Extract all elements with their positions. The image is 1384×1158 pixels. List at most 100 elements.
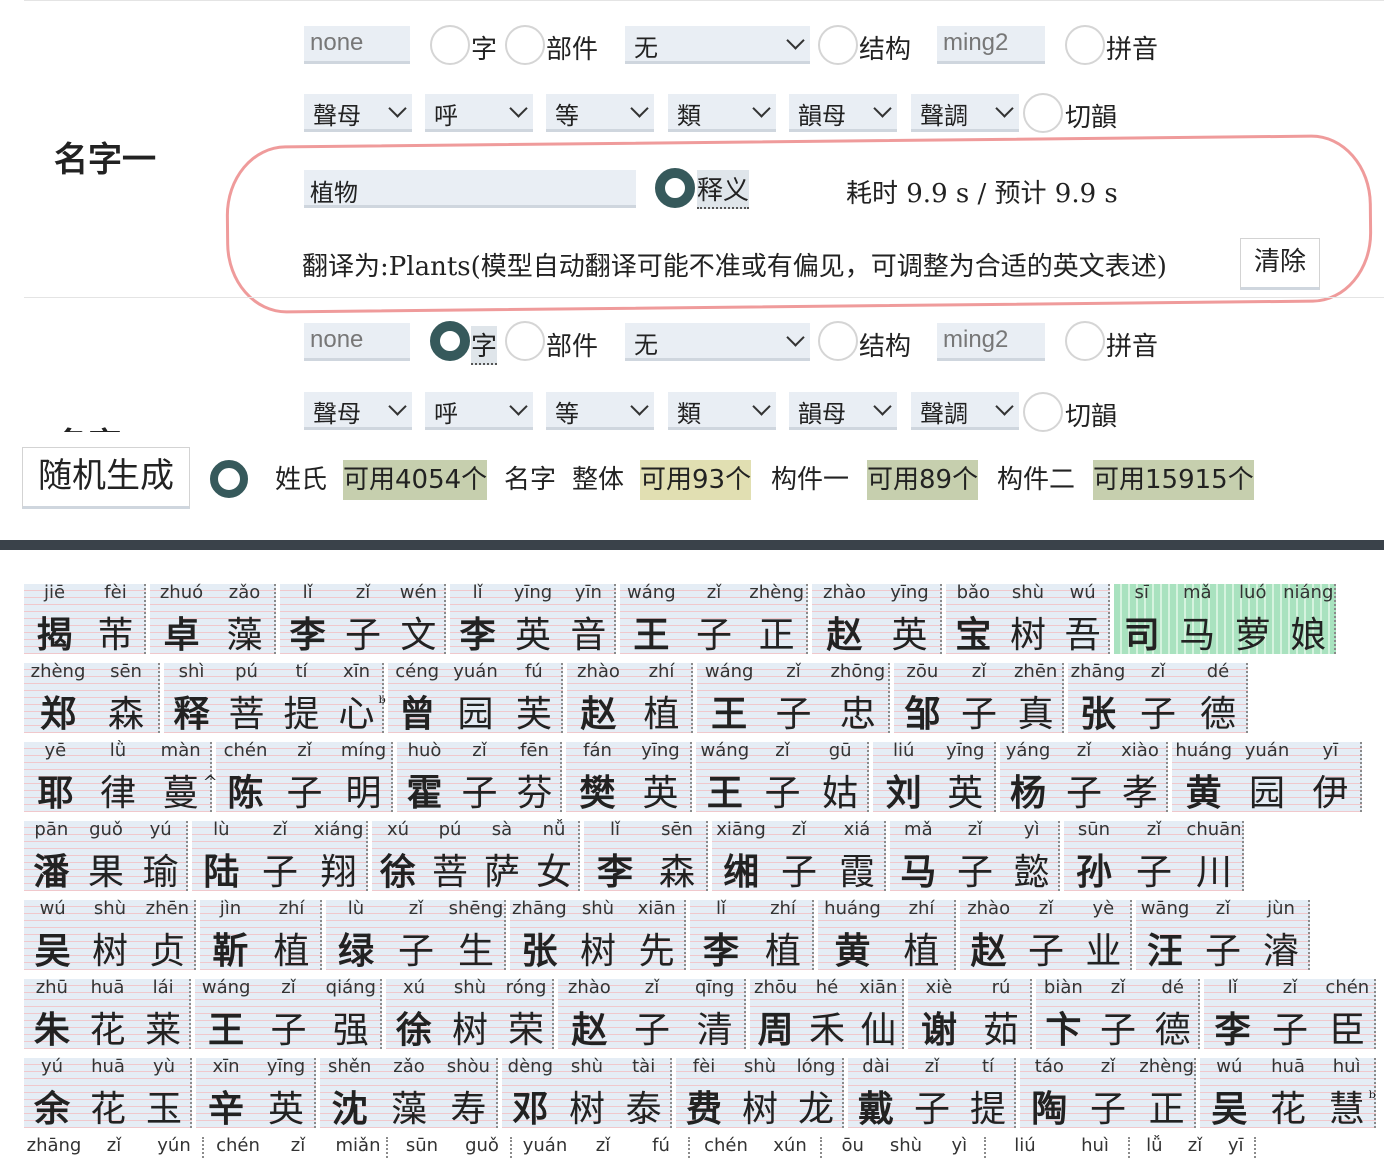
row2-select-deng[interactable]: 等 xyxy=(546,392,654,430)
name-card[interactable]: wáng zǐ zhèng 王子正 xyxy=(620,582,808,656)
row1-radio-qieyun[interactable] xyxy=(1023,93,1063,133)
name-card[interactable]: zhào yīng 赵英 xyxy=(812,582,942,656)
name-card[interactable]: zhuó zǎo 卓藻 xyxy=(150,582,276,656)
row1-select-lei[interactable]: 類 xyxy=(668,94,776,132)
name-card[interactable]: dài zǐ tí 戴子提 xyxy=(848,1056,1016,1130)
name-card[interactable]: jiē fèi 揭芾 xyxy=(24,582,146,656)
row1-select-shengmu[interactable]: 聲母 xyxy=(304,94,412,132)
name-card[interactable]: sūn guǒ xyxy=(392,1135,512,1158)
name-card[interactable]: wú huā huì 吴花慧 ᵇ xyxy=(1200,1056,1376,1130)
name-card[interactable]: fán yīng 樊英 xyxy=(566,740,692,814)
row1-bujian-select[interactable]: 无 xyxy=(625,26,810,64)
name-card[interactable]: zhào zǐ yè 赵子业 xyxy=(960,898,1132,972)
row2-select-yunmu[interactable]: 韻母 xyxy=(789,392,897,430)
name-card[interactable]: yuán zǐ fú xyxy=(516,1135,690,1158)
name-card[interactable]: chén zǐ míng 陈子明 xyxy=(216,740,393,814)
name-card[interactable]: chén zǐ miǎn xyxy=(208,1135,388,1158)
name-card[interactable]: bǎo shù wú 宝树吾 xyxy=(946,582,1110,656)
row1-select-hu[interactable]: 呼 xyxy=(425,94,533,132)
pinyin-syllable: wáng xyxy=(704,661,754,682)
row1-radio-zi[interactable] xyxy=(430,25,470,65)
name-card[interactable]: wáng zǐ gū 王子姑 xyxy=(696,740,869,814)
name-card[interactable]: zhèng sēn 郑森 xyxy=(24,661,160,735)
name-card[interactable]: sī mǎ luó niáng 司马萝娘 xyxy=(1114,582,1336,656)
name-card[interactable]: xiāng zǐ xiá 缃子霞 xyxy=(712,819,886,893)
row1-radio-bujian[interactable] xyxy=(505,25,545,65)
name-card[interactable]: yē lǜ màn 耶律蔓 ^ xyxy=(24,740,218,814)
name-card[interactable]: xīn yīng 辛英 xyxy=(196,1056,316,1130)
row2-select-lei[interactable]: 類 xyxy=(668,392,776,430)
name-card[interactable]: liú huì xyxy=(990,1135,1130,1158)
name-card[interactable]: dèng shù tài 邓树泰 xyxy=(502,1056,672,1130)
name-card[interactable]: zhāng zǐ yún xyxy=(24,1135,204,1158)
select-value: 韻母 xyxy=(798,102,846,130)
row2-bujian-select[interactable]: 无 xyxy=(625,323,810,361)
row1-select-shengdiao[interactable]: 聲調 xyxy=(911,94,1019,132)
name-card[interactable]: wáng zǐ qiáng 王子强 xyxy=(195,977,382,1051)
name-card[interactable]: wāng zǐ jùn 汪子濬 xyxy=(1136,898,1310,972)
name-card[interactable]: wáng zǐ zhōng 王子忠 xyxy=(697,661,890,735)
name-card[interactable]: lǐ sēn 李森 xyxy=(584,819,708,893)
name-card[interactable]: jìn zhí 靳植 xyxy=(200,898,322,972)
name-card[interactable]: yáng zǐ xiào 杨子孝 xyxy=(1000,740,1168,814)
row2-char-input[interactable]: none xyxy=(304,323,410,361)
name-card[interactable]: sūn zǐ chuān 孙子川 xyxy=(1064,819,1244,893)
name-card[interactable]: céng yuán fú 曾园芙 xyxy=(388,661,563,735)
name-card[interactable]: xiè rú 谢茹 xyxy=(908,977,1032,1051)
name-card[interactable]: zhào zhí 赵植 xyxy=(567,661,693,735)
row2-select-shengmu[interactable]: 聲母 xyxy=(304,392,412,430)
name-card[interactable]: pān guǒ yú 潘果瑜 xyxy=(24,819,188,893)
name-card[interactable]: huò zǐ fēn 霍子芬 xyxy=(397,740,562,814)
row2-radio-pinyin[interactable] xyxy=(1065,321,1105,361)
name-card[interactable]: zhào zǐ qīng 赵子清 xyxy=(558,977,746,1051)
name-card[interactable]: zhū huā lái 朱花莱 xyxy=(24,977,191,1051)
clear-button[interactable]: 清除 xyxy=(1240,238,1320,290)
name-card[interactable]: lù zǐ xiáng 陆子翔 xyxy=(192,819,368,893)
name-card[interactable]: huáng zhí 黄植 xyxy=(818,898,956,972)
row2-radio-zi[interactable] xyxy=(430,321,470,361)
name-card[interactable]: mǎ zǐ yì 马子懿 xyxy=(890,819,1060,893)
name-card[interactable]: lǐ zǐ wén 李子文 xyxy=(280,582,446,656)
name-card[interactable]: yú huā yù 余花玉 xyxy=(24,1056,192,1130)
name-card[interactable]: liú yīng 刘英 xyxy=(873,740,996,814)
row1-select-deng[interactable]: 等 xyxy=(546,94,654,132)
row2-radio-qieyun[interactable] xyxy=(1023,392,1063,432)
name-card[interactable]: lǐ yīng yīn 李英音 xyxy=(450,582,616,656)
random-generate-button[interactable]: 随机生成 xyxy=(22,447,190,509)
name-card[interactable]: zhāng shù xiān 张树先 xyxy=(510,898,686,972)
name-card[interactable]: lǐ zǐ chén 李子臣 xyxy=(1204,977,1376,1051)
row1-pinyin-input[interactable]: ming2 xyxy=(937,26,1045,64)
name-card[interactable]: táo zǐ zhèng 陶子正 xyxy=(1020,1056,1196,1130)
row1-radio-pinyin[interactable] xyxy=(1065,25,1105,65)
row1-meaning-input[interactable]: 植物 xyxy=(304,170,636,208)
row2-pinyin-input[interactable]: ming2 xyxy=(937,323,1045,361)
name-card[interactable]: xú pú sà nǚ 徐菩萨女 xyxy=(372,819,580,893)
name-card[interactable]: shěn zǎo shòu 沈藻寿 xyxy=(320,1056,498,1130)
name-character: 植 xyxy=(764,931,802,972)
row2-radio-jiegou[interactable] xyxy=(818,321,858,361)
row1-char-input[interactable]: none xyxy=(304,26,410,64)
name-card[interactable]: shì pú tí xīn 释菩提心 ᵇ xyxy=(164,661,386,735)
row1-radio-jiegou[interactable] xyxy=(818,25,858,65)
name-card[interactable]: huáng yuán yī 黄园伊 xyxy=(1172,740,1362,814)
name-character: 懿 xyxy=(1013,852,1050,893)
name-card[interactable]: zhōu hé xiān 周禾仙 xyxy=(750,977,904,1051)
name-card[interactable]: biàn zǐ dé 卞子德 xyxy=(1036,977,1200,1051)
row2-radio-bujian[interactable] xyxy=(505,321,545,361)
generate-mode-radio[interactable] xyxy=(210,460,248,498)
name-card[interactable]: fèi shù lóng 费树龙 xyxy=(676,1056,844,1130)
name-card[interactable]: ōu shù yì xyxy=(826,1135,986,1158)
name-card[interactable]: wú shù zhēn 吴树贞 xyxy=(24,898,196,972)
name-card[interactable]: zōu zǐ zhēn 邹子真 xyxy=(894,661,1064,735)
name-character: 真 xyxy=(1017,694,1054,735)
row2-select-hu[interactable]: 呼 xyxy=(425,392,533,430)
name-card[interactable]: lǚ zǐ yī xyxy=(1134,1135,1256,1158)
name-card[interactable]: chén xún xyxy=(694,1135,822,1158)
name-card[interactable]: zhāng zǐ dé 张子德 xyxy=(1068,661,1248,735)
name-card[interactable]: lǐ zhí 李植 xyxy=(690,898,814,972)
row1-radio-shiyi[interactable] xyxy=(655,168,695,208)
name-card[interactable]: xú shù róng 徐树荣 xyxy=(386,977,554,1051)
name-card[interactable]: lù zǐ shēng 绿子生 xyxy=(326,898,506,972)
row2-select-shengdiao[interactable]: 聲調 xyxy=(911,392,1019,430)
row1-select-yunmu[interactable]: 韻母 xyxy=(789,94,897,132)
